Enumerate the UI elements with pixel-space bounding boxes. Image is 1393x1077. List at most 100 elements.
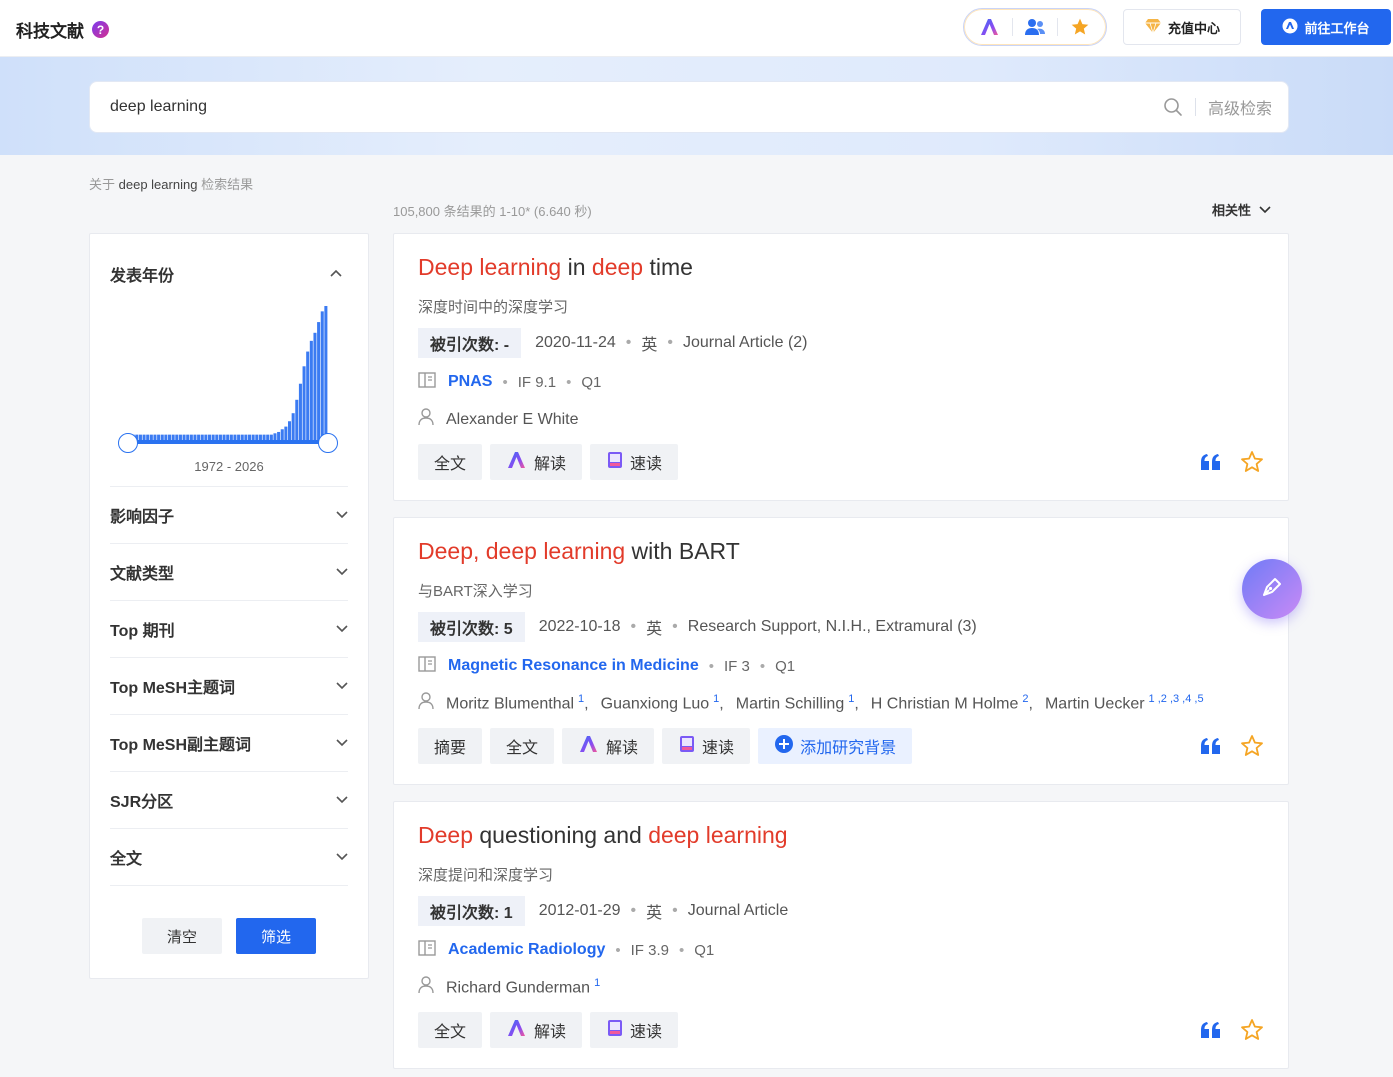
favorite-star-icon[interactable] [1240, 450, 1264, 474]
filter-top-mesh-sub[interactable]: Top MeSH副主题词 [110, 714, 348, 771]
card-title[interactable]: Deep learning in deep time [418, 254, 693, 281]
tool-separator [1057, 18, 1059, 36]
impact-factor: IF 9.1 [517, 373, 557, 391]
filter-top-journal[interactable]: Top 期刊 [110, 600, 348, 657]
book-icon [678, 735, 696, 758]
journal-icon [418, 940, 436, 960]
users-icon[interactable] [1018, 12, 1052, 42]
card-icons [1200, 1018, 1264, 1042]
year-slider-track[interactable] [128, 440, 328, 444]
quick-read-button[interactable]: 速读 [590, 1012, 679, 1048]
year-slider-handle-start[interactable] [118, 433, 138, 453]
author-link[interactable]: Alexander E White [446, 411, 579, 429]
journal-link[interactable]: PNAS [448, 373, 492, 391]
filter-fulltext[interactable]: 全文 [110, 828, 348, 885]
cite-quote-icon[interactable] [1200, 1021, 1222, 1039]
clear-button[interactable]: 清空 [142, 918, 222, 954]
quick-read-button[interactable]: 速读 [590, 444, 679, 480]
search-icon[interactable] [1163, 97, 1183, 117]
card-subtitle: 与BART深入学习 [418, 583, 533, 600]
pub-date: 2020-11-24 [535, 334, 616, 351]
language: 英 [646, 621, 663, 638]
top-bar: 科技文献 ? 充值中心 前往工作台 [0, 0, 1393, 57]
abstract-button[interactable]: 摘要 [418, 728, 483, 764]
filter-sidebar: 发表年份 1972 - 2026 影响因子 文献类型 Top 期刊 Top Me… [89, 233, 369, 979]
chevron-up-icon[interactable] [330, 264, 342, 282]
interpret-button[interactable]: 解读 [562, 728, 655, 764]
histogram-bar [284, 426, 288, 440]
interpret-button[interactable]: 解读 [490, 444, 583, 480]
card-title[interactable]: Deep, deep learning with BART [418, 538, 740, 565]
filter-impact-factor[interactable]: 影响因子 [110, 486, 348, 543]
search-input[interactable] [110, 98, 1163, 116]
add-research-background-button[interactable]: 添加研究背景 [758, 728, 913, 764]
fulltext-button[interactable]: 全文 [418, 444, 483, 480]
filter-doc-type[interactable]: 文献类型 [110, 543, 348, 600]
interpret-button[interactable]: 解读 [490, 1012, 583, 1048]
ai-logo-icon[interactable] [973, 12, 1007, 42]
quartile: Q1 [581, 373, 602, 391]
card-icons [1200, 450, 1264, 474]
search-box: 高级检索 [89, 81, 1289, 133]
quick-read-button[interactable]: 速读 [662, 728, 751, 764]
recharge-button[interactable]: 充值中心 [1123, 9, 1241, 45]
star-icon[interactable] [1063, 12, 1097, 42]
search-divider [1194, 98, 1196, 116]
chevron-down-icon [1259, 202, 1271, 217]
cite-count-badge: 被引次数: 1 [418, 896, 525, 926]
sort-select[interactable]: 相关性 [1212, 200, 1271, 219]
result-count: 105,800 条结果的 1-10* (6.640 秒) [393, 204, 592, 219]
search-band: 高级检索 [0, 57, 1393, 155]
person-icon [418, 692, 434, 715]
filter-top-mesh[interactable]: Top MeSH主题词 [110, 657, 348, 714]
help-icon[interactable]: ? [92, 21, 109, 38]
filter-label: 全文 [110, 851, 143, 868]
author-link[interactable]: Martin Uecker 1 ,2 ,3 ,4 ,5 [1045, 693, 1204, 713]
histogram-bar [317, 322, 321, 440]
advanced-search-link[interactable]: 高级检索 [1208, 95, 1272, 119]
favorite-star-icon[interactable] [1240, 734, 1264, 758]
sort-label: 相关性 [1212, 203, 1252, 218]
chevron-down-icon [336, 791, 348, 809]
writing-assistant-button[interactable] [1242, 559, 1302, 619]
tool-separator [1011, 18, 1013, 36]
meta-row: 被引次数: - 2020-11-24 • 英 • Journal Article… [418, 328, 808, 358]
author-link[interactable]: H Christian M Holme 2, [871, 693, 1033, 713]
author-link[interactable]: Guanxiong Luo 1, [601, 693, 724, 713]
workbench-icon [1282, 18, 1298, 37]
author-link[interactable]: Martin Schilling 1, [736, 693, 859, 713]
histogram-bar [313, 332, 317, 440]
histogram-bar [280, 429, 284, 440]
quartile: Q1 [694, 941, 715, 959]
chevron-down-icon [336, 620, 348, 638]
journal-link[interactable]: Magnetic Resonance in Medicine [448, 657, 699, 675]
cite-quote-icon[interactable] [1200, 453, 1222, 471]
pub-date: 2022-10-18 [538, 618, 621, 635]
person-icon [418, 408, 434, 431]
author-link[interactable]: Moritz Blumenthal 1, [446, 693, 589, 713]
fulltext-button[interactable]: 全文 [418, 1012, 483, 1048]
title-highlight: Deep learning [418, 254, 562, 280]
filter-label: 影响因子 [110, 509, 175, 526]
chevron-down-icon [336, 677, 348, 695]
result-card: Deep, deep learning with BART 与BART深入学习 … [393, 517, 1289, 785]
journal-link[interactable]: Academic Radiology [448, 941, 605, 959]
apply-filter-button[interactable]: 筛选 [236, 918, 316, 954]
favorite-star-icon[interactable] [1240, 1018, 1264, 1042]
card-title[interactable]: Deep questioning and deep learning [418, 822, 788, 849]
author-link[interactable]: Richard Gunderman 1 [446, 977, 600, 997]
result-about: 关于 deep learning 检索结果 [89, 174, 253, 193]
about-suffix: 检索结果 [201, 177, 254, 192]
meta-row: 被引次数: 5 2022-10-18 • 英 • Research Suppor… [418, 612, 977, 642]
fulltext-button[interactable]: 全文 [490, 728, 555, 764]
about-prefix: 关于 [89, 177, 116, 192]
ai-logo-icon [506, 451, 528, 474]
histogram-bar [320, 311, 324, 440]
cite-quote-icon[interactable] [1200, 737, 1222, 755]
workbench-button[interactable]: 前往工作台 [1261, 9, 1391, 45]
filter-sjr[interactable]: SJR分区 [110, 771, 348, 828]
year-slider-handle-end[interactable] [318, 433, 338, 453]
histogram-bar [298, 383, 302, 440]
quartile: Q1 [775, 657, 796, 675]
brand: 科技文献 ? [16, 17, 109, 42]
